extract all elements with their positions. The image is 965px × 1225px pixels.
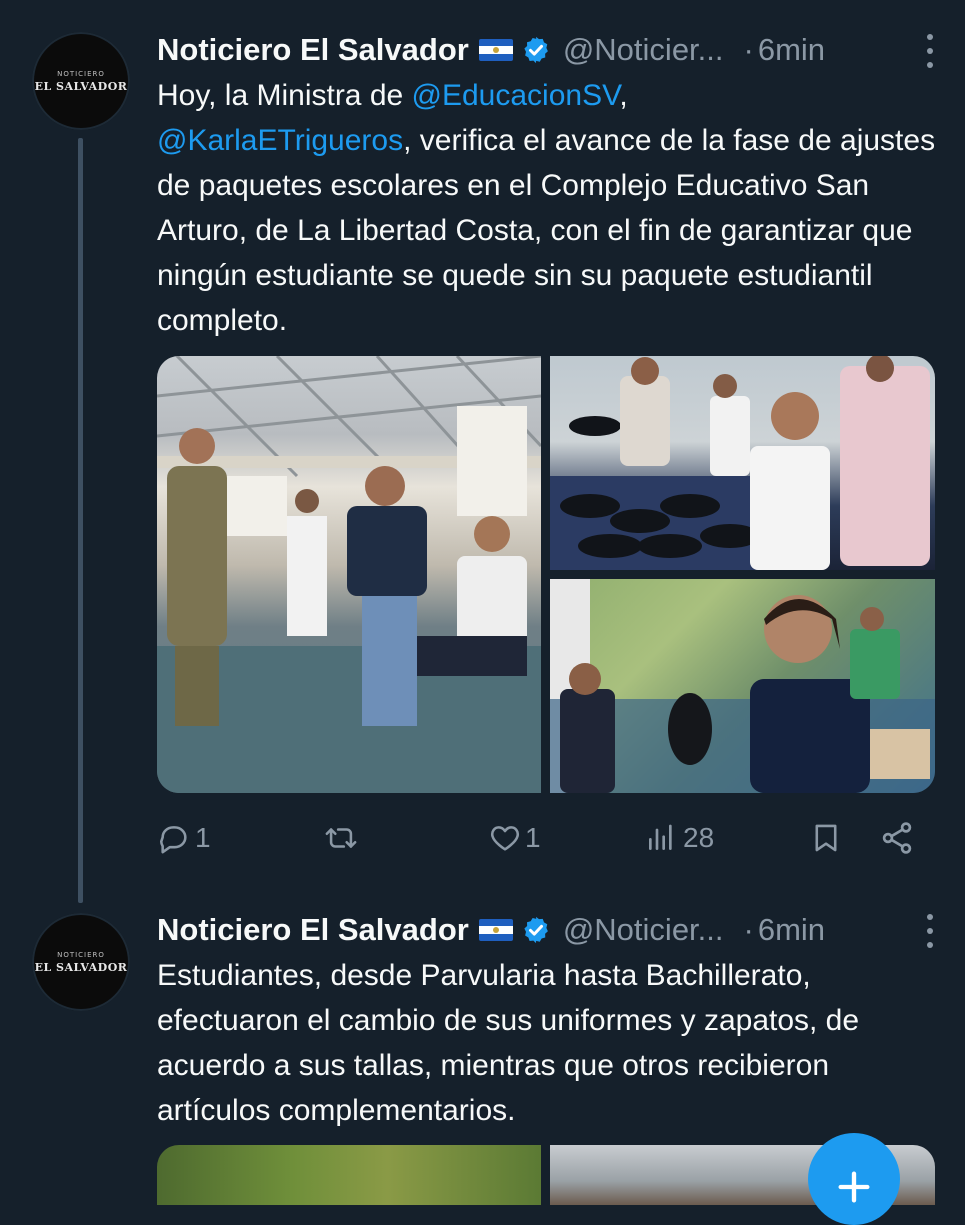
views-count: 28: [683, 822, 715, 853]
tweet-header: Noticiero El Salvador @Noticier... · 6mi…: [157, 908, 935, 952]
verified-badge-icon: [524, 36, 548, 64]
reply-count: 1: [195, 822, 211, 853]
tweet-1[interactable]: NOTICIERO EL SALVADOR Noticiero El Salva…: [0, 0, 965, 900]
author-handle[interactable]: @Noticier...: [563, 912, 724, 948]
avatar[interactable]: NOTICIERO EL SALVADOR: [32, 913, 130, 1011]
verified-badge-icon: [524, 916, 548, 944]
bookmark-button[interactable]: [809, 813, 843, 863]
compose-fab-button[interactable]: [808, 1133, 900, 1225]
reply-button[interactable]: 1: [157, 813, 211, 863]
avatar-text-bottom: EL SALVADOR: [34, 960, 128, 974]
tweet-text-part: ,: [619, 79, 628, 112]
more-icon[interactable]: [925, 914, 935, 948]
author-name[interactable]: Noticiero El Salvador: [157, 912, 469, 948]
mention-link[interactable]: @KarlaETrigueros: [157, 124, 403, 157]
timestamp[interactable]: 6min: [758, 912, 825, 948]
photo-gym-illustration: [157, 356, 541, 793]
more-icon[interactable]: [925, 34, 935, 68]
author-name[interactable]: Noticiero El Salvador: [157, 32, 469, 68]
compose-fab-icon: [838, 1171, 870, 1203]
separator-dot: ·: [743, 912, 754, 947]
retweet-button[interactable]: [322, 813, 360, 863]
flag-el-salvador-icon: [478, 919, 513, 941]
retweet-icon: [325, 828, 357, 848]
tweet-text-part: Hoy, la Ministra de: [157, 79, 412, 112]
tweet-text: Hoy, la Ministra de @EducacionSV, @Karla…: [157, 73, 937, 343]
share-icon: [882, 822, 912, 854]
tweet-text: Estudiantes, desde Parvularia hasta Bach…: [157, 959, 860, 1127]
photo-shoes-illustration: [550, 356, 930, 570]
like-icon: [490, 826, 520, 851]
separator-dot: ·: [743, 32, 754, 67]
views-icon: [649, 824, 672, 850]
avatar-text-bottom: EL SALVADOR: [34, 79, 128, 93]
like-count: 1: [525, 822, 541, 853]
photo-shoes-table[interactable]: [550, 356, 935, 570]
flag-el-salvador-icon: [478, 39, 513, 61]
tweet-header: Noticiero El Salvador @Noticier... · 6mi…: [157, 28, 935, 72]
author-handle[interactable]: @Noticier...: [563, 32, 724, 68]
like-button[interactable]: 1: [487, 813, 541, 863]
action-bar: 1 1 28: [157, 813, 917, 863]
mention-link[interactable]: @EducacionSV: [412, 79, 620, 112]
views-button[interactable]: 28: [645, 813, 714, 863]
photo-partial-1[interactable]: [157, 1145, 541, 1205]
avatar-text-top: NOTICIERO: [57, 69, 105, 78]
photo-gym-fitting[interactable]: [157, 356, 541, 793]
media-grid: [157, 356, 935, 793]
timestamp[interactable]: 6min: [758, 32, 825, 68]
photo-woman-shoe[interactable]: [550, 579, 935, 793]
reply-icon: [159, 826, 187, 854]
bookmark-icon: [815, 824, 837, 852]
photo-woman-illustration: [550, 579, 935, 793]
avatar-text-top: NOTICIERO: [57, 950, 105, 959]
avatar[interactable]: NOTICIERO EL SALVADOR: [32, 32, 130, 130]
share-button[interactable]: [879, 813, 915, 863]
